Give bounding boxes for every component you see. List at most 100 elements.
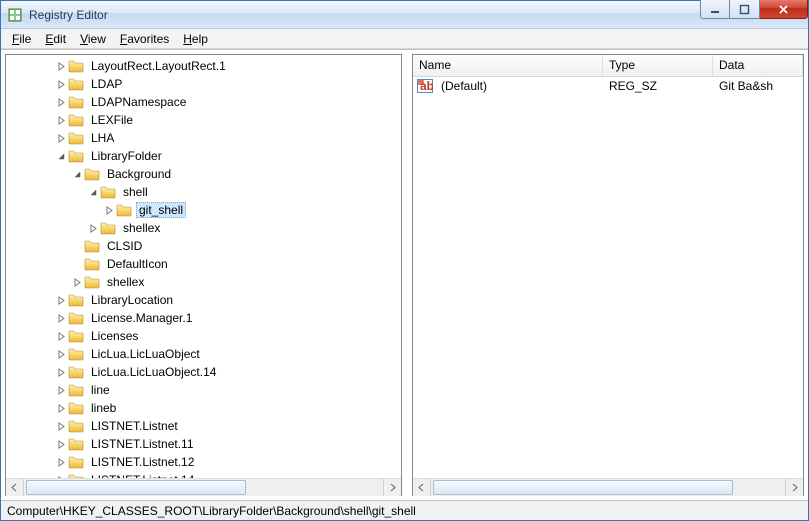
close-button[interactable]: [760, 0, 808, 19]
col-name[interactable]: Name: [413, 55, 603, 76]
registry-tree[interactable]: LayoutRect.LayoutRect.1 LDAP LDAPNamespace…: [6, 55, 401, 478]
folder-icon: [68, 95, 84, 109]
menu-favorites[interactable]: Favorites: [113, 30, 176, 48]
tree-item[interactable]: DefaultIcon: [6, 255, 401, 273]
expand-icon[interactable]: [54, 383, 68, 397]
expand-icon[interactable]: [54, 473, 68, 478]
tree-item-label[interactable]: LibraryFolder: [88, 148, 165, 164]
scroll-left-icon[interactable]: [6, 479, 23, 496]
titlebar[interactable]: Registry Editor: [1, 1, 808, 29]
tree-item-label[interactable]: LISTNET.Listnet.11: [88, 436, 197, 452]
expand-icon[interactable]: [54, 365, 68, 379]
tree-item-label[interactable]: LISTNET.Listnet.12: [88, 454, 197, 470]
tree-item-label[interactable]: shellex: [120, 220, 163, 236]
tree-item[interactable]: line: [6, 381, 401, 399]
tree-item[interactable]: License.Manager.1: [6, 309, 401, 327]
expand-icon[interactable]: [54, 347, 68, 361]
col-type[interactable]: Type: [603, 55, 713, 76]
values-list[interactable]: (Default)REG_SZGit Ba&sh: [413, 77, 803, 478]
scroll-track[interactable]: [23, 479, 384, 496]
menu-edit[interactable]: Edit: [38, 30, 73, 48]
expand-icon[interactable]: [54, 419, 68, 433]
scroll-track[interactable]: [430, 479, 786, 496]
tree-item-label[interactable]: LicLua.LicLuaObject.14: [88, 364, 219, 380]
expand-icon[interactable]: [54, 455, 68, 469]
expand-icon[interactable]: [54, 77, 68, 91]
maximize-button[interactable]: [730, 0, 760, 19]
menu-file[interactable]: File: [5, 30, 38, 48]
tree-item[interactable]: lineb: [6, 399, 401, 417]
expand-icon[interactable]: [54, 59, 68, 73]
tree-item[interactable]: LayoutRect.LayoutRect.1: [6, 57, 401, 75]
tree-item[interactable]: LISTNET.Listnet: [6, 417, 401, 435]
tree-item[interactable]: shellex: [6, 273, 401, 291]
tree-item-label[interactable]: LibraryLocation: [88, 292, 176, 308]
tree-item[interactable]: Licenses: [6, 327, 401, 345]
value-row[interactable]: (Default)REG_SZGit Ba&sh: [413, 77, 803, 95]
tree-item[interactable]: Background: [6, 165, 401, 183]
expand-icon[interactable]: [86, 221, 100, 235]
tree-item-label[interactable]: shell: [120, 184, 151, 200]
tree-item-label[interactable]: lineb: [88, 400, 119, 416]
expand-icon[interactable]: [54, 311, 68, 325]
tree-item-label[interactable]: LayoutRect.LayoutRect.1: [88, 58, 229, 74]
tree-item-label[interactable]: LDAP: [88, 76, 125, 92]
expand-icon[interactable]: [54, 131, 68, 145]
expand-icon[interactable]: [54, 329, 68, 343]
menu-view[interactable]: View: [73, 30, 113, 48]
expand-spacer: [70, 239, 84, 253]
collapse-icon[interactable]: [70, 167, 84, 181]
tree-item-label[interactable]: Licenses: [88, 328, 141, 344]
tree-item-label[interactable]: LISTNET.Listnet.14: [88, 472, 197, 478]
menu-help[interactable]: Help: [176, 30, 215, 48]
minimize-button[interactable]: [700, 0, 730, 19]
tree-item-label[interactable]: git_shell: [136, 202, 186, 218]
values-hscrollbar[interactable]: [413, 478, 803, 495]
scroll-left-icon[interactable]: [413, 479, 430, 496]
tree-item[interactable]: shellex: [6, 219, 401, 237]
tree-item-label[interactable]: LISTNET.Listnet: [88, 418, 181, 434]
tree-item-label[interactable]: DefaultIcon: [104, 256, 171, 272]
scroll-right-icon[interactable]: [384, 479, 401, 496]
tree-item[interactable]: git_shell: [6, 201, 401, 219]
tree-item[interactable]: LDAP: [6, 75, 401, 93]
tree-item[interactable]: shell: [6, 183, 401, 201]
scroll-thumb[interactable]: [433, 480, 733, 495]
tree-item[interactable]: LicLua.LicLuaObject.14: [6, 363, 401, 381]
expand-icon[interactable]: [54, 401, 68, 415]
tree-item[interactable]: LISTNET.Listnet.11: [6, 435, 401, 453]
tree-item-label[interactable]: line: [88, 382, 113, 398]
tree-item-label[interactable]: shellex: [104, 274, 147, 290]
scroll-right-icon[interactable]: [786, 479, 803, 496]
expand-icon[interactable]: [54, 95, 68, 109]
tree-item-label[interactable]: CLSID: [104, 238, 145, 254]
tree-item[interactable]: LISTNET.Listnet.12: [6, 453, 401, 471]
col-data[interactable]: Data: [713, 55, 803, 76]
tree-pane: LayoutRect.LayoutRect.1 LDAP LDAPNamespace…: [5, 54, 402, 496]
tree-item[interactable]: LHA: [6, 129, 401, 147]
tree-item[interactable]: LibraryFolder: [6, 147, 401, 165]
tree-item[interactable]: LicLua.LicLuaObject: [6, 345, 401, 363]
tree-item-label[interactable]: LDAPNamespace: [88, 94, 189, 110]
tree-item-label[interactable]: LHA: [88, 130, 117, 146]
collapse-icon[interactable]: [54, 149, 68, 163]
scroll-thumb[interactable]: [26, 480, 246, 495]
tree-item-label[interactable]: Background: [104, 166, 174, 182]
expand-icon[interactable]: [54, 293, 68, 307]
tree-item[interactable]: LibraryLocation: [6, 291, 401, 309]
tree-item[interactable]: LDAPNamespace: [6, 93, 401, 111]
expand-icon[interactable]: [54, 437, 68, 451]
tree-item-label[interactable]: LEXFile: [88, 112, 136, 128]
expand-icon[interactable]: [54, 113, 68, 127]
collapse-icon[interactable]: [86, 185, 100, 199]
tree-item-label[interactable]: License.Manager.1: [88, 310, 195, 326]
expand-icon[interactable]: [102, 203, 116, 217]
tree-item[interactable]: LISTNET.Listnet.14: [6, 471, 401, 478]
tree-item[interactable]: CLSID: [6, 237, 401, 255]
tree-hscrollbar[interactable]: [6, 478, 401, 495]
value-data: Git Ba&sh: [713, 78, 803, 94]
tree-item-label[interactable]: LicLua.LicLuaObject: [88, 346, 203, 362]
splitter[interactable]: [406, 50, 408, 500]
tree-item[interactable]: LEXFile: [6, 111, 401, 129]
expand-icon[interactable]: [70, 275, 84, 289]
